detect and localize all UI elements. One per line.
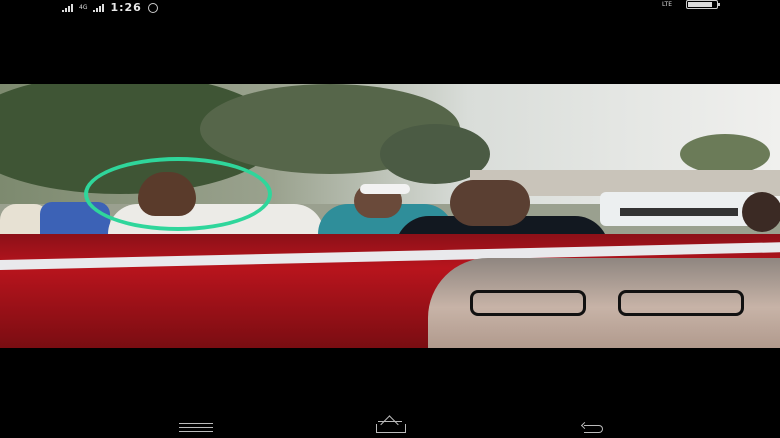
home-button[interactable]	[370, 415, 410, 435]
home-icon	[370, 415, 410, 434]
photo-cap	[360, 184, 410, 194]
status-left: 4G 1:26	[62, 0, 158, 16]
navigation-bar	[0, 415, 780, 438]
photo-car-grille	[620, 208, 738, 216]
photo-glasses	[618, 290, 744, 316]
network-type-right: LTE	[662, 0, 672, 8]
back-button[interactable]	[574, 419, 614, 435]
highlight-circle-annotation	[84, 157, 272, 231]
signal-icon	[62, 4, 73, 12]
menu-icon	[179, 420, 213, 435]
menu-button[interactable]	[176, 419, 216, 435]
back-icon	[580, 421, 606, 433]
photo-tree	[680, 134, 770, 174]
battery-level	[688, 2, 712, 7]
status-bar: 4G 1:26 LTE	[0, 0, 780, 16]
clock: 1:26	[110, 1, 142, 14]
photo-person	[742, 192, 780, 232]
photo-glasses	[470, 290, 586, 316]
photo-head	[450, 180, 530, 226]
status-right: LTE	[662, 0, 720, 9]
network-type-left: 4G	[79, 4, 88, 11]
battery-icon	[686, 0, 720, 9]
alarm-icon	[147, 3, 158, 13]
signal-icon-2	[93, 4, 105, 12]
photo-viewer-image[interactable]	[0, 84, 780, 348]
